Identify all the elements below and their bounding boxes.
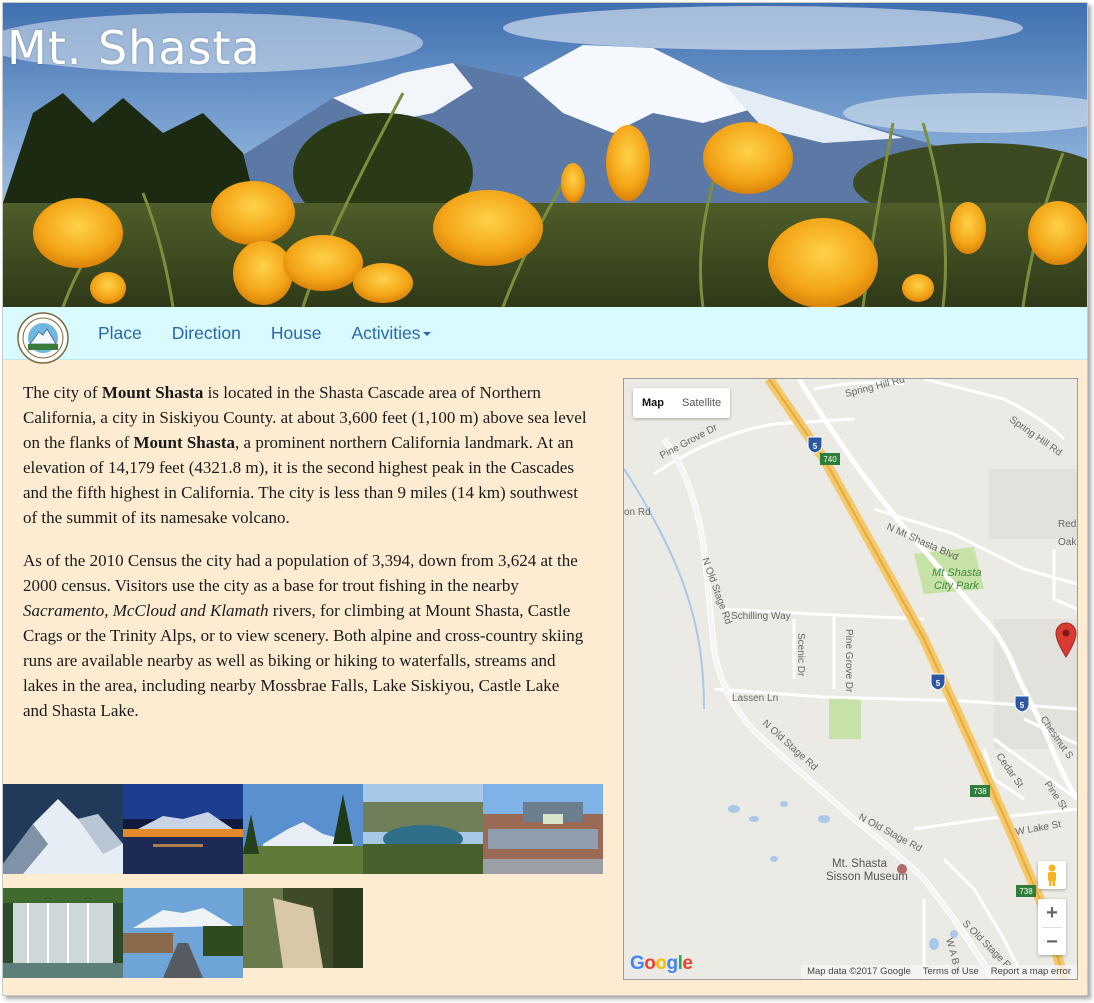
page-frame: Mt. Shasta Place Direction House Activit…: [2, 2, 1088, 996]
map-canvas[interactable]: 5 5 5 740 738 738 Spring Hill Rd Spring …: [624, 379, 1077, 979]
map-type-control: Map Satellite: [633, 388, 731, 418]
bold-term: Mount Shasta: [133, 433, 236, 452]
svg-text:5: 5: [1020, 701, 1025, 710]
svg-text:738: 738: [973, 787, 987, 796]
intro-paragraph-1: The city of Mount Shasta is located in t…: [23, 380, 588, 530]
gallery-thumb-2[interactable]: [123, 784, 243, 874]
gallery-thumb-7[interactable]: [123, 888, 243, 978]
intro-paragraph-2: As of the 2010 Census the city had a pop…: [23, 548, 588, 723]
map-attribution: Map data ©2017 Google Terms of Use Repor…: [801, 965, 1077, 979]
map-type-satellite-button[interactable]: Satellite: [673, 388, 730, 418]
map-data-credit: Map data ©2017 Google: [807, 966, 911, 977]
photo-gallery: [3, 784, 603, 984]
caret-down-icon: [423, 331, 432, 336]
hero-banner: Mt. Shasta: [3, 3, 1087, 307]
nav-links: Place Direction House Activities: [83, 307, 446, 359]
svg-text:Sisson Museum: Sisson Museum: [826, 871, 908, 883]
nav-house[interactable]: House: [256, 323, 337, 344]
museum-icon: [897, 864, 907, 874]
gallery-thumb-1[interactable]: [3, 784, 123, 874]
gallery-thumb-6[interactable]: [3, 888, 123, 978]
paragraph-text: As of the 2010 Census the city had a pop…: [23, 551, 578, 595]
city-seal-icon[interactable]: [17, 312, 69, 364]
report-map-error-link[interactable]: Report a map error: [985, 965, 1077, 979]
street-view-pegman-icon[interactable]: [1038, 861, 1066, 889]
svg-text:on Rd: on Rd: [624, 507, 651, 518]
map-type-map-button[interactable]: Map: [633, 388, 673, 418]
nav-direction[interactable]: Direction: [157, 323, 256, 344]
svg-text:Oak: Oak: [1058, 537, 1077, 548]
svg-text:Pine Grove Dr: Pine Grove Dr: [843, 629, 854, 693]
gallery-thumb-3[interactable]: [243, 784, 363, 874]
paragraph-text: The city of: [23, 383, 102, 402]
terms-of-use-link[interactable]: Terms of Use: [917, 965, 985, 979]
gallery-thumb-8[interactable]: [243, 888, 363, 968]
svg-text:City Park: City Park: [934, 580, 979, 592]
nav-place[interactable]: Place: [83, 323, 157, 344]
svg-text:5: 5: [813, 442, 818, 451]
main-content: The city of Mount Shasta is located in t…: [3, 360, 1087, 995]
svg-text:Lassen Ln: Lassen Ln: [732, 693, 778, 704]
site-title: Mt. Shasta: [7, 21, 261, 75]
svg-text:5: 5: [936, 679, 941, 688]
svg-text:Schilling Way: Schilling Way: [731, 611, 791, 622]
google-logo[interactable]: Google: [630, 953, 693, 975]
zoom-in-button[interactable]: +: [1038, 899, 1066, 927]
italic-term: Sacramento, McCloud and Klamath: [23, 601, 269, 620]
intro-text: The city of Mount Shasta is located in t…: [23, 380, 588, 741]
zoom-control: + −: [1038, 899, 1066, 955]
map-widget[interactable]: 5 5 5 740 738 738 Spring Hill Rd Spring …: [623, 378, 1078, 980]
svg-text:Mt. Shasta: Mt. Shasta: [832, 858, 888, 870]
svg-text:Red: Red: [1058, 519, 1076, 530]
navbar: Place Direction House Activities: [3, 307, 1087, 364]
svg-text:738: 738: [1019, 887, 1033, 896]
svg-text:740: 740: [823, 455, 837, 464]
gallery-thumb-4[interactable]: [363, 784, 483, 874]
svg-text:Scenic Dr: Scenic Dr: [795, 633, 806, 677]
bold-term: Mount Shasta: [101, 383, 204, 402]
nav-activities-dropdown[interactable]: Activities: [336, 323, 446, 344]
zoom-out-button[interactable]: −: [1038, 928, 1066, 956]
svg-text:Mt Shasta: Mt Shasta: [932, 567, 982, 579]
gallery-thumb-5[interactable]: [483, 784, 603, 874]
